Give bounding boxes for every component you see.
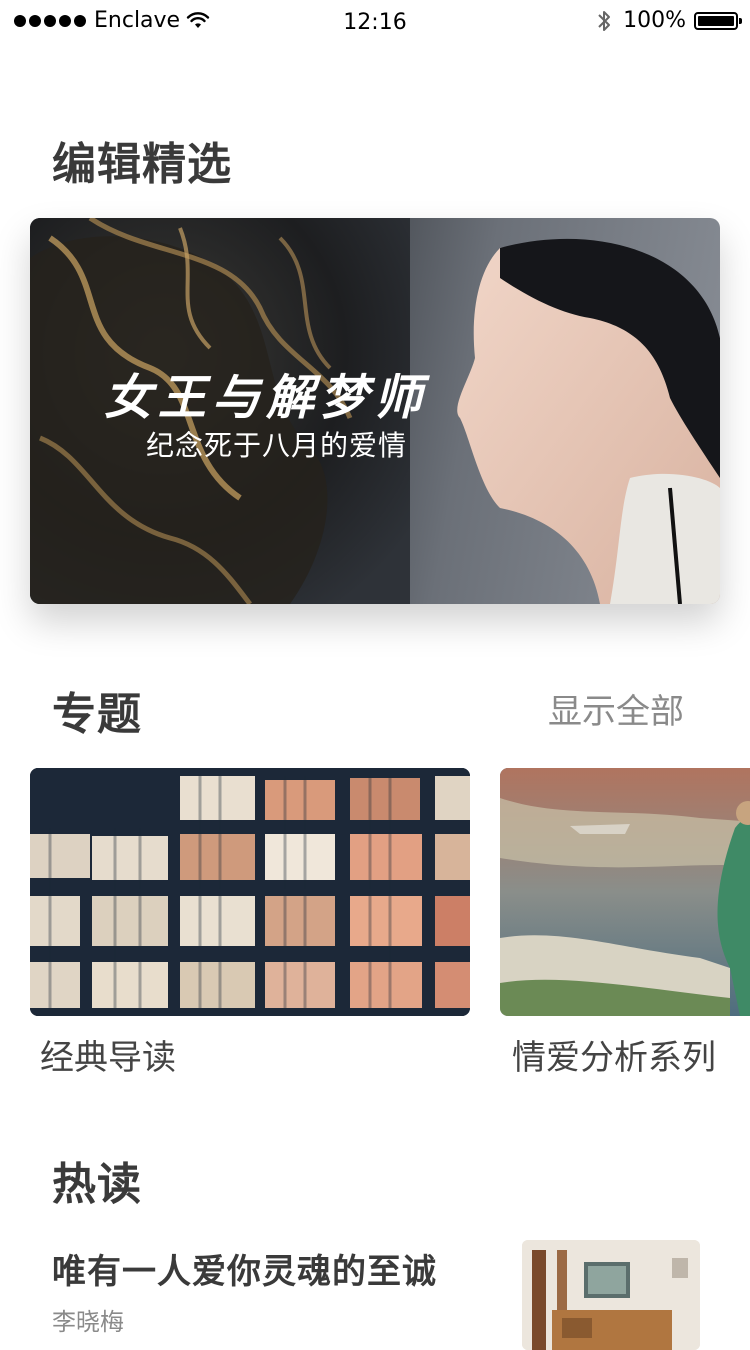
article-title[interactable]: 唯有一人爱你灵魂的至诚: [52, 1244, 437, 1293]
battery-icon: [694, 11, 742, 30]
topic-card-love-analysis[interactable]: [500, 768, 750, 1016]
bluetooth-icon: [598, 10, 611, 31]
status-right: 100%: [597, 8, 742, 33]
hero-title: 女王与解梦师: [104, 370, 429, 426]
hero-subtitle: 纪念死于八月的爱情: [146, 429, 408, 462]
painting-image: [500, 768, 750, 1016]
hero-card[interactable]: 女王与解梦师 纪念死于八月的爱情: [30, 218, 720, 604]
topic-label-love-analysis: 情爱分析系列: [512, 1038, 716, 1078]
show-all-link[interactable]: 显示全部: [548, 684, 684, 733]
article-author: 李晓梅: [52, 1308, 124, 1336]
topic-label-classic-reading: 经典导读: [40, 1038, 176, 1078]
topics-title: 专题: [52, 689, 142, 740]
status-bar: Enclave 12:16 100%: [0, 0, 750, 44]
battery-percent: 100%: [623, 8, 686, 33]
bookshelf-image: [30, 768, 470, 1016]
hot-reads-title: 热读: [52, 1159, 142, 1210]
editor-picks-title: 编辑精选: [52, 139, 232, 190]
topic-card-classic-reading[interactable]: [30, 768, 470, 1016]
